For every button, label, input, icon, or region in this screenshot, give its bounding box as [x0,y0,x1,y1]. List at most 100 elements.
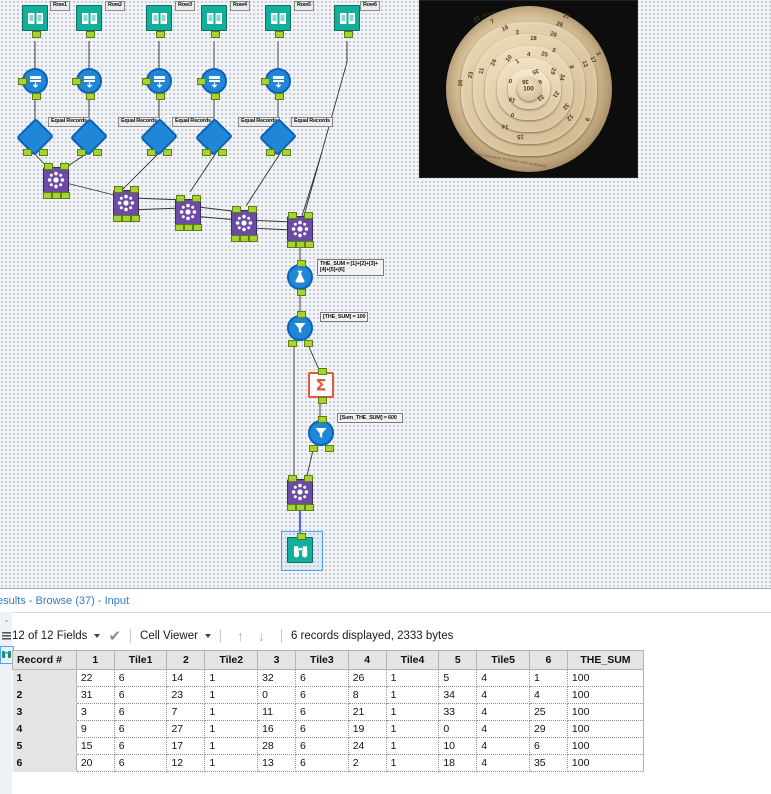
cell-2[interactable]: 14 [166,669,206,687]
cell-the-sum[interactable]: 100 [567,703,645,721]
input-data-tool-2[interactable] [76,5,102,38]
cell-tile3[interactable]: 6 [295,720,349,738]
join-tool-5[interactable] [287,212,314,248]
cell-tile2[interactable]: 1 [204,669,259,687]
input-port[interactable] [142,78,151,85]
cell-2[interactable]: 27 [166,720,206,738]
cell-tile4[interactable]: 1 [386,669,440,687]
cell-6[interactable]: 25 [529,703,568,721]
input-port[interactable] [297,533,306,540]
viewer-selector[interactable]: Cell Viewer [140,630,211,642]
workflow-canvas[interactable]: Row1 Row2 Row3 Row4 Row5 Row6 Equal Reco… [0,0,771,588]
cell-1[interactable]: 15 [76,737,115,755]
input-port[interactable] [318,416,327,423]
output-port-j[interactable] [52,192,61,199]
select-tool-3[interactable] [142,68,172,100]
check-icon[interactable]: ✔ [108,629,121,644]
output-port-true[interactable] [309,445,318,452]
cell-3[interactable]: 28 [257,737,297,755]
more-options-icon[interactable] [1,617,12,628]
cell-5[interactable]: 33 [438,703,478,721]
cell-3[interactable]: 11 [257,703,297,721]
cell-tile2[interactable]: 1 [204,686,259,704]
input-port-l[interactable] [288,212,297,219]
output-port-j[interactable] [240,235,249,242]
cell-tile2[interactable]: 1 [204,737,259,755]
output-port-l[interactable] [175,224,184,231]
data-list-icon[interactable] [1,629,12,640]
cell-tile3[interactable]: 6 [295,737,349,755]
input-port[interactable] [297,260,306,267]
cell-tile5[interactable]: 4 [476,686,530,704]
output-port-t[interactable] [23,149,32,156]
input-data-tool-5[interactable] [265,5,291,38]
column-header-5[interactable]: 5 [438,650,478,670]
input-port-r[interactable] [130,186,139,193]
cell-tile4[interactable]: 1 [386,686,440,704]
input-port[interactable] [318,368,327,375]
cell-tile4[interactable]: 1 [386,737,440,755]
output-port[interactable] [156,93,165,100]
input-port-l[interactable] [232,206,241,213]
output-port[interactable] [344,31,353,38]
table-row[interactable]: 5 15 6 17 1 28 6 24 1 10 4 6 100 [12,737,645,755]
cell-3[interactable]: 32 [257,669,297,687]
input-data-tool-1[interactable] [22,5,48,38]
cell-tile5[interactable]: 4 [476,669,530,687]
cell-4[interactable]: 21 [348,703,387,721]
random-sample-tool-4[interactable] [194,117,234,157]
table-row[interactable]: 6 20 6 12 1 13 6 2 1 18 4 35 100 [12,754,645,772]
cell-tile1[interactable]: 6 [114,669,168,687]
input-port-r[interactable] [304,475,313,482]
filter-tool-1[interactable] [287,311,313,347]
output-port-r[interactable] [305,241,314,248]
cell-tile2[interactable]: 1 [204,720,259,738]
cell-5[interactable]: 5 [438,669,478,687]
input-port[interactable] [18,78,27,85]
output-port[interactable] [211,31,220,38]
cell-tile1[interactable]: 6 [114,686,168,704]
browse-tool[interactable] [287,533,313,563]
fields-selector[interactable]: 12 of 12 Fields [12,630,101,642]
cell-tile4[interactable]: 1 [386,703,440,721]
arrow-up-icon[interactable]: ↑ [237,629,244,643]
output-port[interactable] [318,397,327,404]
table-row[interactable]: 2 31 6 23 1 0 6 8 1 34 4 4 100 [12,686,645,704]
cell-1[interactable]: 9 [76,720,115,738]
cell-2[interactable]: 12 [166,754,206,772]
output-port[interactable] [32,31,41,38]
output-port-false[interactable] [304,340,313,347]
cell-2[interactable]: 17 [166,737,206,755]
output-port-f[interactable] [163,149,172,156]
cell-4[interactable]: 26 [348,669,387,687]
cell-the-sum[interactable]: 100 [567,686,645,704]
output-port[interactable] [275,31,284,38]
column-header-3[interactable]: 3 [257,650,297,670]
input-port-l[interactable] [114,186,123,193]
output-port-true[interactable] [288,340,297,347]
output-port-t[interactable] [266,149,275,156]
cell-1[interactable]: 3 [76,703,115,721]
cell-the-sum[interactable]: 100 [567,737,645,755]
select-tool-5[interactable] [261,68,291,100]
cell-1[interactable]: 22 [76,669,115,687]
column-header-the-sum[interactable]: THE_SUM [567,650,645,670]
cell-tile1[interactable]: 6 [114,754,168,772]
input-port-r[interactable] [60,163,69,170]
output-port-r[interactable] [61,192,70,199]
input-port[interactable] [261,78,270,85]
output-port-f[interactable] [282,149,291,156]
table-row[interactable]: 3 3 6 7 1 11 6 21 1 33 4 25 100 [12,703,645,721]
output-port[interactable] [156,31,165,38]
cell-5[interactable]: 18 [438,754,478,772]
output-port-r[interactable] [131,215,140,222]
output-port-f[interactable] [93,149,102,156]
output-port-l[interactable] [287,504,296,511]
summarize-tool[interactable]: Σ [308,368,334,404]
join-tool-3[interactable] [175,195,202,231]
input-data-tool-6[interactable] [334,5,360,38]
column-header-1[interactable]: 1 [76,650,115,670]
input-port-l[interactable] [176,195,185,202]
cell-6[interactable]: 1 [529,669,568,687]
output-port-r[interactable] [305,504,314,511]
